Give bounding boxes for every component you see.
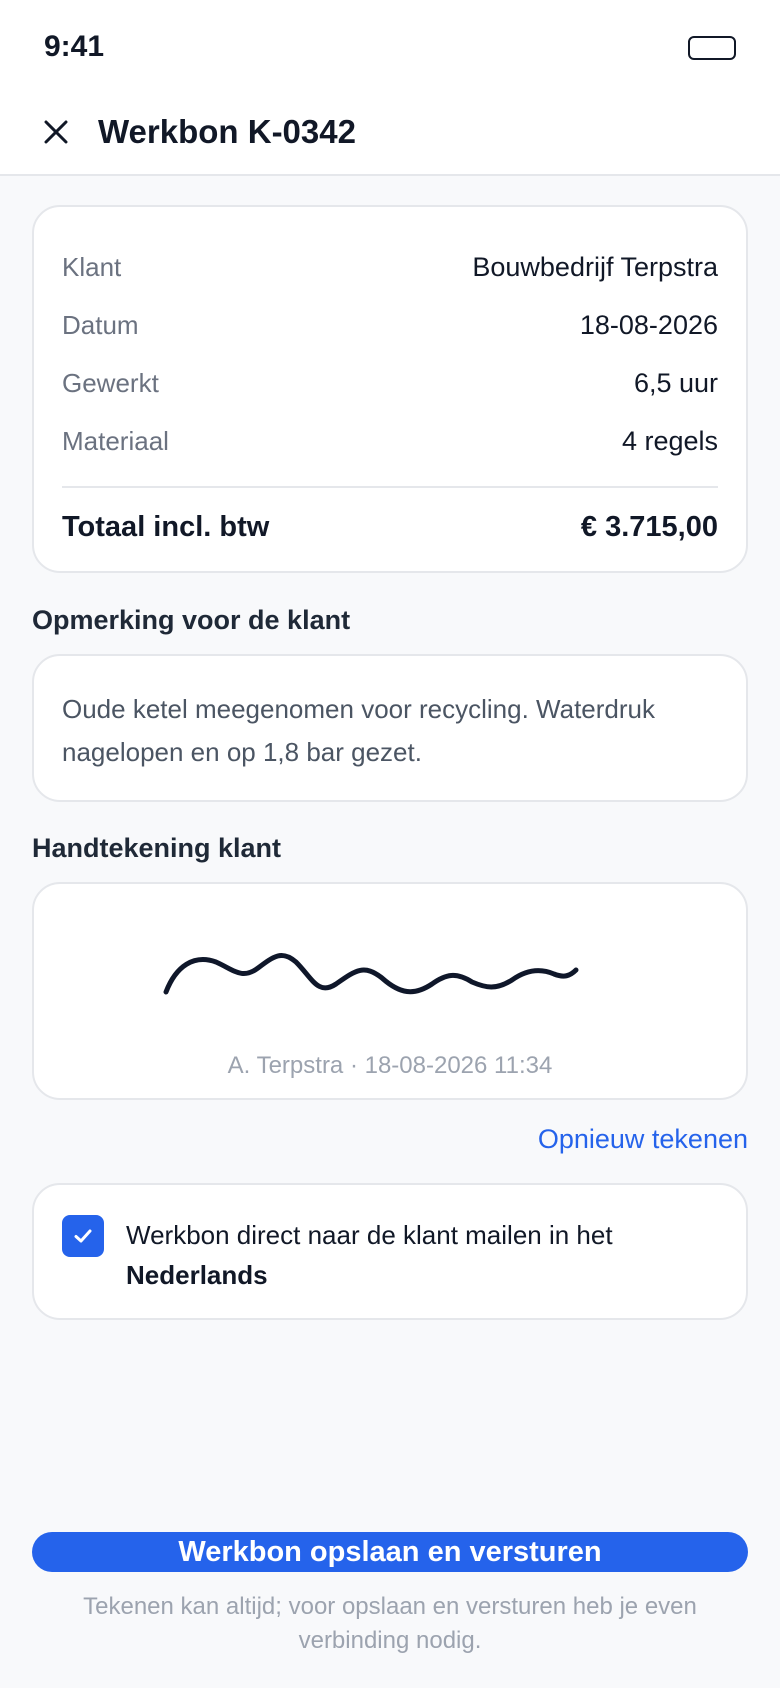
app-header: Werkbon K-0342 xyxy=(0,96,780,176)
email-checkbox[interactable] xyxy=(62,1215,104,1257)
footer-hint: Tekenen kan altijd; voor opslaan en vers… xyxy=(83,1593,697,1654)
summary-value: 6,5 uur xyxy=(633,367,718,398)
summary-label: Klant xyxy=(62,251,122,282)
total-label: Totaal incl. btw xyxy=(62,510,270,543)
summary-value: 18-08-2026 xyxy=(579,309,718,340)
status-time: 9:41 xyxy=(44,30,105,63)
save-and-send-button[interactable]: Werkbon opslaan en versturen xyxy=(32,1532,748,1572)
note-section-title: Opmerking voor de klant xyxy=(32,605,351,635)
note-card[interactable]: Oude ketel meegenomen voor recycling. Wa… xyxy=(32,654,748,802)
summary-label: Materiaal xyxy=(62,425,169,456)
email-option-text: Werkbon direct naar de klant mailen in h… xyxy=(126,1220,613,1250)
check-icon xyxy=(74,1229,92,1243)
email-language: Nederlands xyxy=(126,1260,268,1290)
email-option-label: Werkbon direct naar de klant mailen in h… xyxy=(126,1215,716,1295)
signature-pad[interactable]: A. Terpstra · 18-08-2026 11:34 xyxy=(32,882,748,1100)
summary-value: 4 regels xyxy=(621,425,718,456)
close-icon xyxy=(44,120,68,144)
total-value: € 3.715,00 xyxy=(580,510,718,543)
summary-card: Klant Bouwbedrijf Terpstra Datum 18-08-2… xyxy=(32,205,748,573)
signature-meta: A. Terpstra · 18-08-2026 11:34 xyxy=(227,1052,553,1079)
summary-row-gewerkt: Gewerkt 6,5 uur xyxy=(62,363,718,403)
note-text: Oude ketel meegenomen voor recycling. Wa… xyxy=(62,694,655,767)
summary-row-datum: Datum 18-08-2026 xyxy=(62,305,718,345)
status-bar: 9:41 xyxy=(0,0,780,96)
battery-icon xyxy=(688,36,736,60)
close-button[interactable] xyxy=(30,106,82,158)
summary-total-row: Totaal incl. btw € 3.715,00 xyxy=(62,507,718,547)
summary-label: Gewerkt xyxy=(62,367,159,398)
summary-label: Datum xyxy=(62,309,139,340)
summary-divider xyxy=(62,486,718,488)
summary-value: Bouwbedrijf Terpstra xyxy=(472,251,718,282)
page-title: Werkbon K-0342 xyxy=(98,113,356,150)
signature-section-title: Handtekening klant xyxy=(32,833,282,863)
summary-row-klant: Klant Bouwbedrijf Terpstra xyxy=(62,247,718,287)
email-option[interactable]: Werkbon direct naar de klant mailen in h… xyxy=(32,1183,748,1320)
redraw-signature-link[interactable]: Opnieuw tekenen xyxy=(538,1124,748,1155)
summary-row-materiaal: Materiaal 4 regels xyxy=(62,421,718,461)
